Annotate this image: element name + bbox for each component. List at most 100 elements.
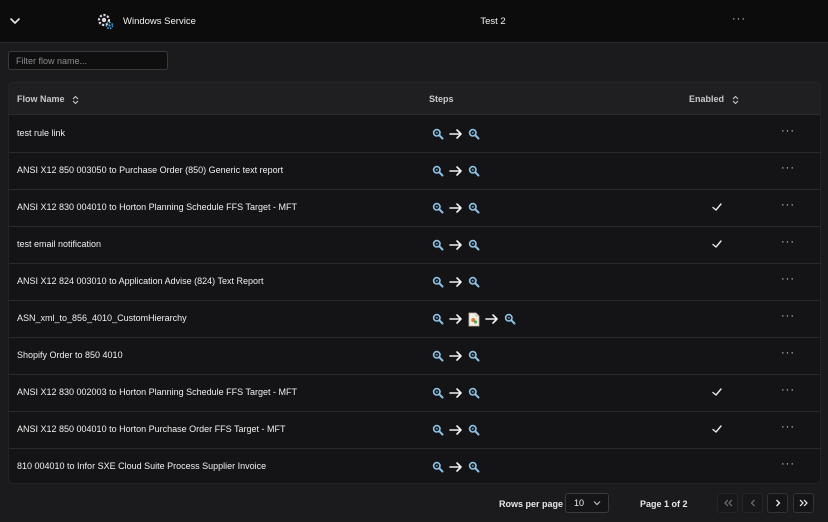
arrow-right-icon	[449, 277, 462, 287]
flow-name: ASN_xml_to_856_4010_CustomHierarchy	[17, 313, 187, 323]
filter-flow-input[interactable]	[8, 51, 168, 70]
search-icon	[432, 350, 444, 362]
search-icon	[468, 350, 480, 362]
search-icon	[432, 128, 444, 140]
enabled-check-icon	[712, 425, 722, 433]
chevron-left-icon	[750, 499, 755, 507]
sort-icon	[72, 95, 79, 104]
collapse-chevron-icon[interactable]	[8, 14, 22, 28]
flow-name: test email notification	[17, 239, 102, 249]
connection-name: Test 2	[480, 16, 506, 27]
search-icon	[432, 387, 444, 399]
flow-name: ANSI X12 830 002003 to Horton Planning S…	[17, 387, 297, 397]
flow-name: ANSI X12 850 003050 to Purchase Order (8…	[17, 165, 284, 175]
row-more-button[interactable]: ···	[781, 236, 795, 248]
service-name: Windows Service	[123, 16, 196, 27]
column-header-enabled[interactable]: Enabled	[689, 94, 739, 105]
enabled-check-icon	[712, 240, 722, 248]
arrow-right-icon	[449, 166, 462, 176]
column-header-steps: Steps	[429, 94, 454, 104]
rows-per-page-select[interactable]: 10	[565, 493, 609, 513]
search-icon	[468, 424, 480, 436]
first-page-button[interactable]	[717, 493, 738, 513]
arrow-right-icon	[485, 314, 498, 324]
row-more-button[interactable]: ···	[781, 384, 795, 396]
flow-name: test rule link	[17, 128, 66, 138]
table-row[interactable]: test rule link ···	[9, 115, 820, 153]
arrow-right-icon	[449, 462, 462, 472]
gear-icon	[97, 13, 114, 30]
table-row[interactable]: ANSI X12 830 002003 to Horton Planning S…	[9, 374, 820, 412]
double-chevron-right-icon	[799, 499, 808, 507]
chevron-right-icon	[775, 499, 780, 507]
double-chevron-left-icon	[723, 499, 732, 507]
column-label: Enabled	[689, 94, 725, 104]
pagination-bar: Rows per page 10 Page 1 of 2	[0, 486, 828, 522]
flow-steps	[432, 274, 480, 290]
sort-icon	[732, 95, 738, 104]
search-icon	[468, 128, 480, 140]
search-icon	[468, 202, 480, 214]
flow-steps	[432, 422, 480, 438]
top-bar: Windows Service Test 2 ···	[0, 0, 828, 43]
flow-steps	[432, 311, 516, 327]
flow-steps	[432, 200, 480, 216]
table-row[interactable]: ANSI X12 824 003010 to Application Advis…	[9, 263, 820, 301]
search-icon	[468, 461, 480, 473]
search-icon	[504, 313, 516, 325]
search-icon	[468, 276, 480, 288]
search-icon	[468, 239, 480, 251]
enabled-check-icon	[712, 388, 722, 396]
table-header: Flow Name Steps Enabled	[9, 83, 820, 115]
row-more-button[interactable]: ···	[781, 347, 795, 359]
flows-table: Flow Name Steps Enabled test rule link ··…	[8, 82, 821, 484]
row-more-button[interactable]: ···	[781, 458, 795, 470]
arrow-right-icon	[449, 314, 462, 324]
search-icon	[468, 387, 480, 399]
table-row[interactable]: ASN_xml_to_856_4010_CustomHierarchy ···	[9, 300, 820, 338]
row-more-button[interactable]: ···	[781, 421, 795, 433]
column-header-flow-name[interactable]: Flow Name	[17, 94, 79, 105]
column-label: Flow Name	[17, 94, 65, 104]
arrow-right-icon	[449, 351, 462, 361]
table-row[interactable]: Shopify Order to 850 4010 ···	[9, 337, 820, 375]
search-icon	[432, 239, 444, 251]
flow-steps	[432, 163, 480, 179]
previous-page-button[interactable]	[742, 493, 763, 513]
header-more-button[interactable]: ···	[732, 13, 746, 25]
next-page-button[interactable]	[767, 493, 788, 513]
enabled-check-icon	[712, 203, 722, 211]
row-more-button[interactable]: ···	[781, 273, 795, 285]
chevron-down-icon	[593, 501, 601, 506]
row-more-button[interactable]: ···	[781, 310, 795, 322]
row-more-button[interactable]: ···	[781, 125, 795, 137]
search-icon	[432, 424, 444, 436]
search-icon	[432, 165, 444, 177]
table-row[interactable]: ANSI X12 850 003050 to Purchase Order (8…	[9, 152, 820, 190]
flow-steps	[432, 126, 480, 142]
rows-per-page-value: 10	[574, 498, 585, 508]
flow-name: ANSI X12 850 004010 to Horton Purchase O…	[17, 424, 286, 434]
flow-name: ANSI X12 830 004010 to Horton Planning S…	[17, 202, 297, 212]
last-page-button[interactable]	[793, 493, 814, 513]
search-icon	[468, 165, 480, 177]
arrow-right-icon	[449, 203, 462, 213]
arrow-right-icon	[449, 388, 462, 398]
flow-steps	[432, 459, 480, 475]
arrow-right-icon	[449, 240, 462, 250]
row-more-button[interactable]: ···	[781, 162, 795, 174]
table-row[interactable]: ANSI X12 850 004010 to Horton Purchase O…	[9, 411, 820, 449]
flow-name: Shopify Order to 850 4010	[17, 350, 123, 360]
flow-steps	[432, 385, 480, 401]
search-icon	[432, 202, 444, 214]
row-more-button[interactable]: ···	[781, 199, 795, 211]
table-row[interactable]: ANSI X12 830 004010 to Horton Planning S…	[9, 189, 820, 227]
flow-steps	[432, 237, 480, 253]
search-icon	[432, 461, 444, 473]
search-icon	[432, 313, 444, 325]
table-row[interactable]: 810 004010 to Infor SXE Cloud Suite Proc…	[9, 448, 820, 483]
search-icon	[432, 276, 444, 288]
flow-name: ANSI X12 824 003010 to Application Advis…	[17, 276, 264, 286]
rows-per-page-label: Rows per page	[499, 499, 564, 509]
table-row[interactable]: test email notification ···	[9, 226, 820, 264]
